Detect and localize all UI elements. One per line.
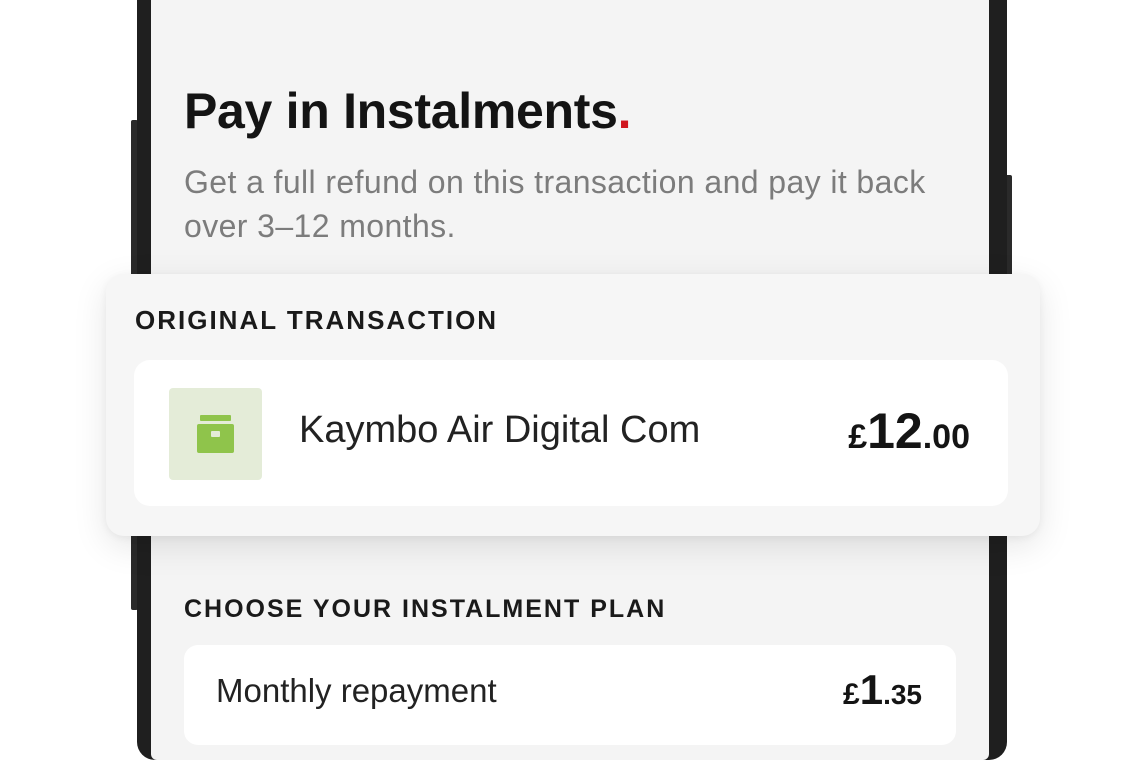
transaction-amount: £12.00 xyxy=(848,402,970,460)
repayment-amount-currency: £ xyxy=(843,678,860,711)
monthly-repayment-amount: £1.35 xyxy=(843,666,922,714)
title-accent-dot: . xyxy=(617,83,632,139)
page-title-text: Pay in Instalments xyxy=(184,83,618,139)
merchant-name: Kaymbo Air Digital Com xyxy=(299,409,701,451)
transaction-amount-fraction: .00 xyxy=(922,418,970,456)
page-subtitle: Get a full refund on this transaction an… xyxy=(184,164,926,244)
instalment-plan-label: CHOOSE YOUR INSTALMENT PLAN xyxy=(184,595,667,623)
repayment-amount-whole: 1 xyxy=(859,666,884,713)
transaction-amount-whole: 12 xyxy=(867,403,923,459)
repayment-amount-fraction: .35 xyxy=(883,679,922,710)
original-transaction-label: ORIGINAL TRANSACTION xyxy=(135,305,499,335)
transaction-amount-currency: £ xyxy=(848,418,868,456)
wallet-icon xyxy=(169,388,262,480)
page-title: Pay in Instalments. xyxy=(184,82,632,140)
monthly-repayment-label: Monthly repayment xyxy=(216,672,497,709)
